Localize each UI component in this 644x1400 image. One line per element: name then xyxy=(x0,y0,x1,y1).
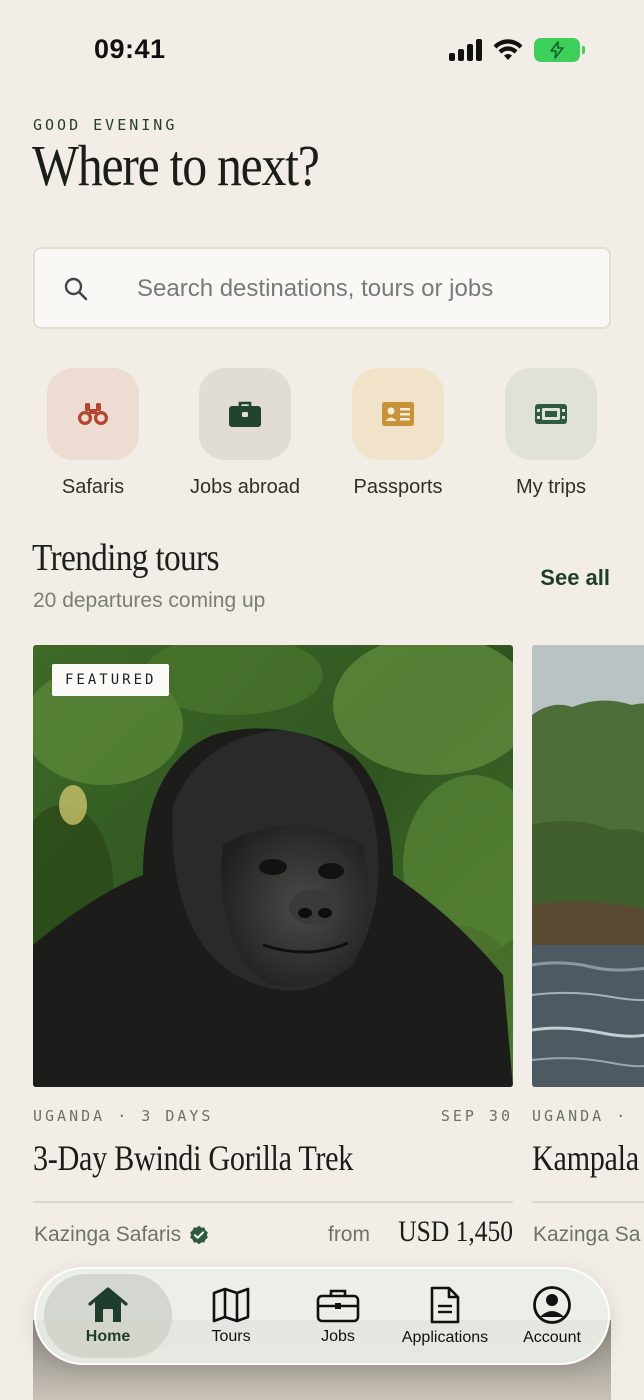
briefcase-icon xyxy=(229,401,261,427)
category-safaris[interactable]: Safaris xyxy=(18,368,168,499)
tab-label: Applications xyxy=(401,1329,489,1346)
category-tile[interactable] xyxy=(47,368,139,460)
section-subtitle: 20 departures coming up xyxy=(33,589,266,612)
tour-photo[interactable] xyxy=(532,645,644,1087)
ticket-icon xyxy=(535,404,567,424)
tab-label: Jobs xyxy=(321,1328,355,1345)
tab-applications[interactable]: Applications xyxy=(397,1274,493,1358)
operator-name: Kazinga Sa xyxy=(533,1223,641,1246)
tab-label: Home xyxy=(85,1328,131,1345)
tour-operator: Kazinga Sa xyxy=(533,1223,640,1247)
tab-bar: Home Tours Jobs Applications Account xyxy=(34,1267,610,1365)
price-prefix: from xyxy=(327,1223,370,1246)
status-icons xyxy=(449,38,585,62)
category-label: Safaris xyxy=(61,476,125,498)
divider xyxy=(532,1201,644,1203)
category-label: Jobs abroad xyxy=(189,476,301,498)
home-icon xyxy=(88,1287,128,1322)
see-all-link[interactable]: See all xyxy=(540,565,610,591)
category-tile[interactable] xyxy=(352,368,444,460)
binoculars-icon xyxy=(78,403,108,425)
cellular-signal-icon xyxy=(449,39,482,61)
category-tile[interactable] xyxy=(505,368,597,460)
battery-charging-icon xyxy=(534,38,585,62)
category-tile[interactable] xyxy=(199,368,291,460)
river-landscape-photo xyxy=(532,645,644,1087)
price-value: USD 1,450 xyxy=(398,1215,513,1248)
id-card-icon xyxy=(382,402,414,426)
wifi-icon xyxy=(493,39,523,60)
tab-home[interactable]: Home xyxy=(44,1274,172,1358)
tour-card[interactable]: FEATURED UGANDA · 3 DAYS SEP 30 3-Day Bw… xyxy=(33,645,513,1248)
tour-title[interactable]: Kampala xyxy=(532,1137,639,1179)
tour-card[interactable]: UGANDA · Kampala Kazinga Sa xyxy=(532,645,644,1285)
divider xyxy=(33,1201,513,1203)
tab-tours[interactable]: Tours xyxy=(183,1274,279,1358)
search-input[interactable] xyxy=(137,267,597,311)
category-passports[interactable]: Passports xyxy=(323,368,473,499)
tour-operator: Kazinga Safaris xyxy=(34,1223,209,1247)
tab-label: Tours xyxy=(211,1328,251,1345)
category-label: Passports xyxy=(353,476,443,498)
verified-badge-icon xyxy=(190,1225,208,1245)
category-my-trips[interactable]: My trips xyxy=(476,368,626,499)
briefcase-icon xyxy=(316,1289,360,1323)
status-bar: 09:41 xyxy=(0,0,644,100)
search-bar[interactable] xyxy=(33,247,611,329)
category-jobs-abroad[interactable]: Jobs abroad xyxy=(170,368,320,499)
map-icon xyxy=(212,1287,250,1323)
gorilla-photo xyxy=(33,645,513,1087)
tab-account[interactable]: Account xyxy=(504,1274,600,1358)
tab-label: Account xyxy=(523,1329,581,1346)
tab-jobs[interactable]: Jobs xyxy=(290,1274,386,1358)
tour-date: SEP 30 xyxy=(440,1107,513,1125)
tour-price: from USD 1,450 xyxy=(328,1215,513,1249)
tour-title[interactable]: 3-Day Bwindi Gorilla Trek xyxy=(33,1137,353,1179)
status-time: 09:41 xyxy=(94,34,166,64)
section-title: Trending tours xyxy=(32,537,219,579)
category-label: My trips xyxy=(516,476,586,498)
operator-name: Kazinga Safaris xyxy=(34,1223,182,1246)
document-icon xyxy=(430,1286,460,1324)
user-circle-icon xyxy=(533,1286,571,1324)
tour-location-duration: UGANDA · xyxy=(532,1107,629,1125)
tour-location-duration: UGANDA · 3 DAYS xyxy=(33,1107,214,1125)
tour-photo[interactable]: FEATURED xyxy=(33,645,513,1087)
page-title: Where to next? xyxy=(32,133,320,198)
search-icon xyxy=(64,277,88,301)
featured-badge: FEATURED xyxy=(52,664,170,696)
